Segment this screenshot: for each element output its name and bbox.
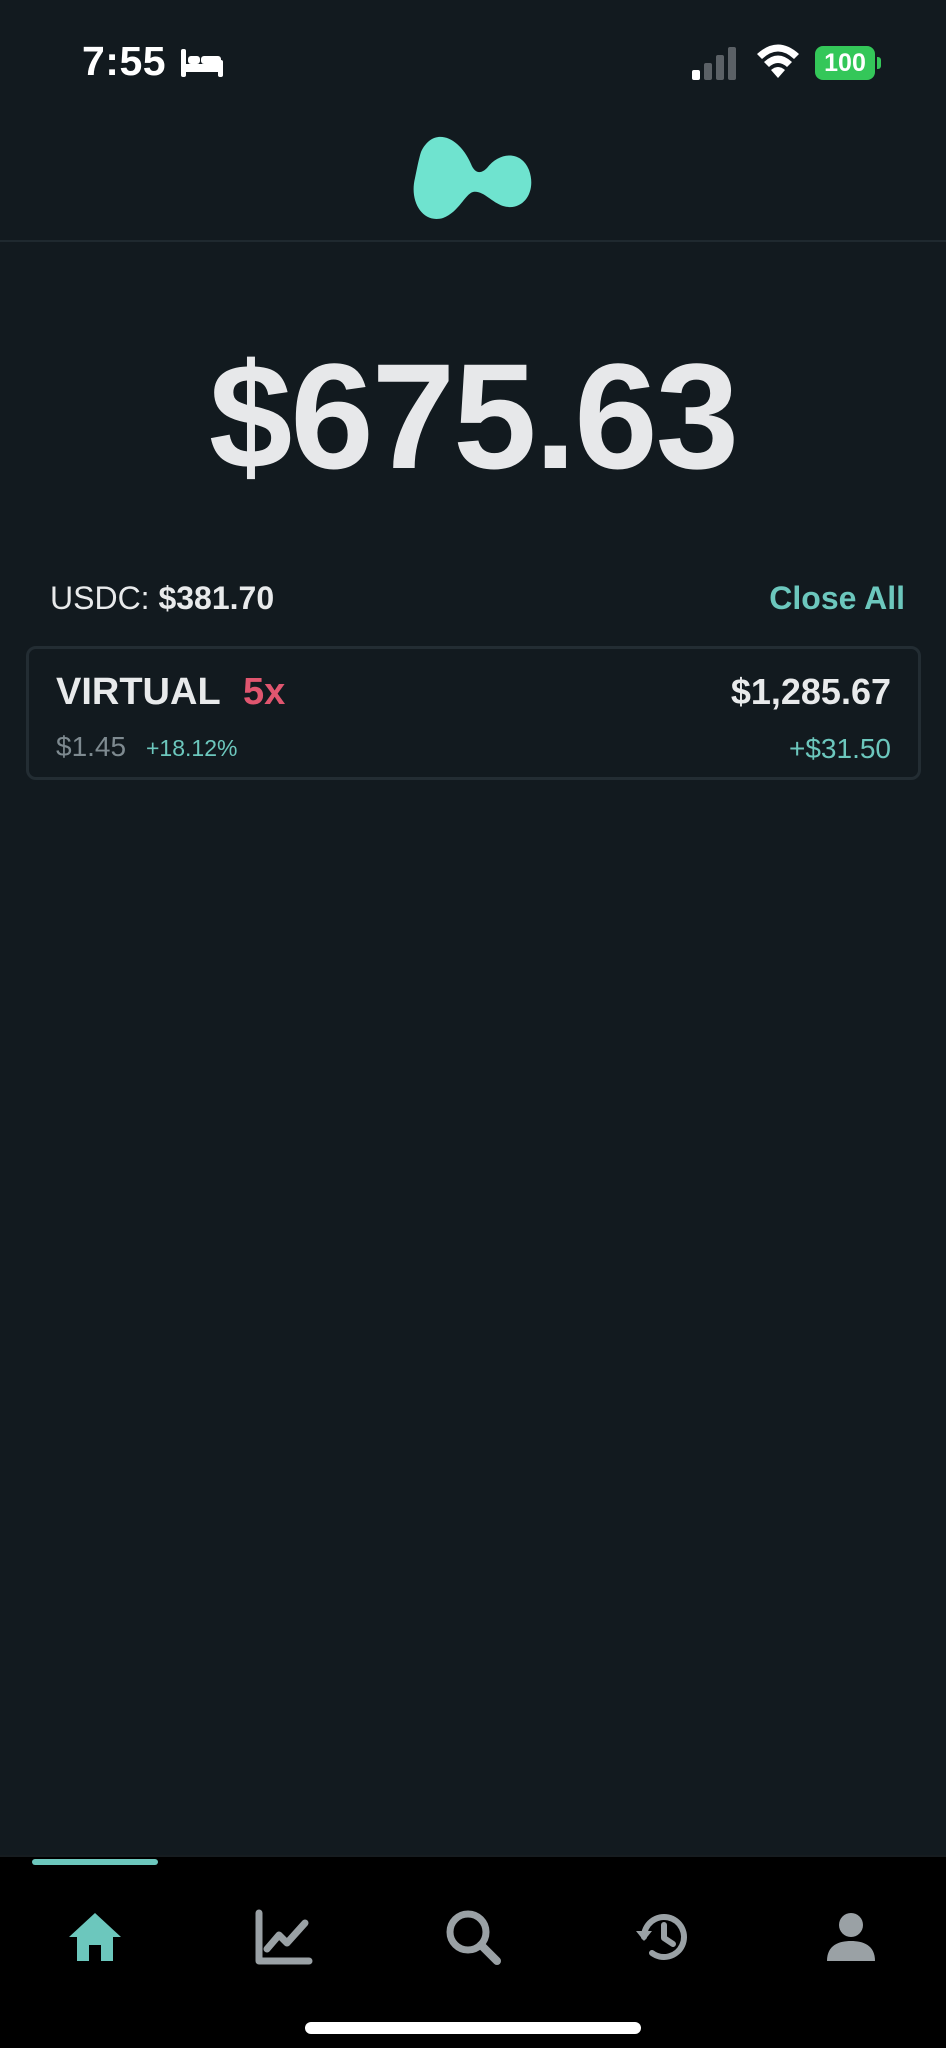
header-divider [0,240,946,242]
cellular-signal-icon [692,47,736,80]
position-change: +18.12% [146,735,238,761]
active-tab-indicator [32,1859,158,1865]
search-icon [446,1910,501,1965]
usdc-label: USDC: [50,580,150,616]
battery-level: 100 [824,49,866,77]
usdc-balance: USDC: $381.70 [50,580,274,617]
status-time: 7:55 [82,38,167,84]
battery-icon: 100 [815,46,881,80]
position-value: $1,285.67 [730,671,891,712]
tab-history[interactable] [622,1897,702,1977]
position-symbol: VIRTUAL [56,671,221,713]
portfolio-screen: 7:55 100 $675.63 USDC: $381.70 Close All… [0,0,946,2048]
home-icon [69,1913,121,1961]
status-bar: 7:55 100 [0,0,946,120]
position-pnl: +$31.50 [789,733,891,764]
position-price: $1.45 [56,731,127,762]
home-indicator [305,2022,641,2034]
wifi-icon [757,44,799,78]
usdc-value: $381.70 [158,580,275,616]
portfolio-total-value: $675.63 [208,332,739,500]
chart-icon [255,1909,313,1965]
app-logo-icon [413,136,532,219]
tab-search[interactable] [433,1897,513,1977]
close-all-button[interactable]: Close All [769,580,905,617]
position-card[interactable]: VIRTUAL 5x $1.45 +18.12% $1,285.67 +$31.… [26,646,921,780]
profile-icon [827,1913,875,1961]
bed-icon [181,49,223,77]
history-icon [636,1914,687,1960]
tab-profile[interactable] [811,1897,891,1977]
tab-bar [0,1855,946,2048]
tab-home[interactable] [55,1897,135,1977]
position-leverage: 5x [243,671,286,713]
tab-markets[interactable] [243,1897,323,1977]
